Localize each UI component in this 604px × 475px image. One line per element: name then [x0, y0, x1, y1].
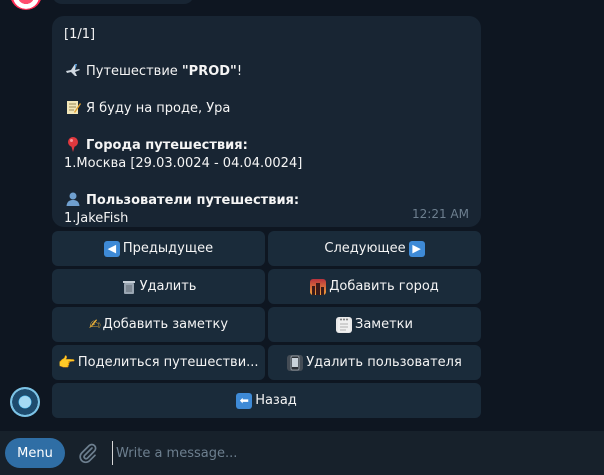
add-note-button[interactable]: ✍ Добавить заметку	[52, 307, 265, 342]
notes-button-label: Заметки	[355, 317, 413, 332]
next-button-label: Следующее	[324, 241, 406, 256]
memo-icon	[64, 99, 82, 115]
bot-avatar[interactable]	[10, 387, 40, 417]
message-bubble: [1/1] Путешествие "PROD"! Я буду на прод…	[52, 16, 481, 227]
airplane-icon	[64, 62, 82, 78]
back-button-label: Назад	[255, 393, 297, 408]
user-item: 1.JakeFish	[64, 211, 129, 226]
add-note-button-label: Добавить заметку	[102, 317, 229, 332]
share-trip-button[interactable]: 👉 Поделиться путешестви...	[52, 345, 265, 380]
user-silhouette-icon	[64, 191, 82, 207]
cityscape-icon	[310, 278, 327, 295]
note-text: Я буду на проде, Ура	[86, 101, 231, 116]
share-trip-button-label: Поделиться путешестви...	[77, 355, 259, 370]
trip-title-line: Путешествие "PROD"!	[64, 62, 469, 81]
chat-window: [1/1] Путешествие "PROD"! Я буду на прод…	[0, 0, 604, 475]
note-line: Я буду на проде, Ура	[64, 99, 469, 118]
paperclip-icon[interactable]	[76, 441, 100, 465]
delete-user-button[interactable]: Удалить пользователя	[268, 345, 481, 380]
pointing-hand-icon: 👉	[58, 354, 76, 371]
pushpin-icon	[64, 136, 82, 152]
add-city-button-label: Добавить город	[329, 279, 439, 294]
menu-button[interactable]: Menu	[5, 438, 65, 468]
previous-sender-avatar[interactable]	[10, 0, 42, 10]
back-button[interactable]: ⬅ Назад	[52, 383, 481, 418]
back-arrow-icon: ⬅	[236, 392, 253, 409]
arrow-left-icon: ◀	[103, 240, 120, 257]
arrow-right-icon: ▶	[408, 240, 425, 257]
message-counter: [1/1]	[64, 27, 96, 42]
message-input[interactable]	[112, 441, 592, 465]
city-item: 1.Москва [29.03.0024 - 04.04.0024]	[64, 156, 303, 171]
delete-button-label: Удалить	[139, 279, 197, 294]
previous-button-label: Предыдущее	[122, 241, 214, 256]
users-heading-line: Пользователи путешествия:	[64, 191, 469, 210]
wastebasket-icon	[121, 279, 137, 295]
message-timestamp: 12:21 AM	[412, 207, 469, 221]
spiral-notepad-icon	[336, 316, 352, 333]
trip-name: "PROD"	[181, 64, 237, 79]
users-heading: Пользователи путешествия:	[86, 193, 300, 208]
trip-suffix: !	[236, 64, 243, 79]
notes-button[interactable]: Заметки	[268, 307, 481, 342]
trip-prefix: Путешествие	[86, 64, 182, 79]
menu-button-label: Menu	[17, 445, 53, 461]
next-button[interactable]: Следующее ▶	[268, 231, 481, 266]
delete-user-button-label: Удалить пользователя	[306, 355, 462, 370]
writing-hand-icon: ✍	[88, 316, 101, 333]
cities-heading-line: Города путешествия:	[64, 136, 469, 155]
previous-message-bubble	[52, 0, 194, 4]
cities-heading: Города путешествия:	[86, 138, 248, 153]
delete-button[interactable]: Удалить	[52, 269, 265, 304]
message-input-bar: Menu	[0, 431, 604, 475]
add-city-button[interactable]: Добавить город	[268, 269, 481, 304]
mobile-phone-icon	[287, 354, 304, 371]
previous-button[interactable]: ◀ Предыдущее	[52, 231, 265, 266]
